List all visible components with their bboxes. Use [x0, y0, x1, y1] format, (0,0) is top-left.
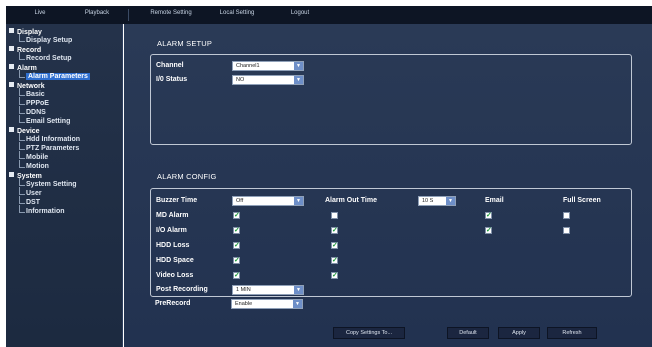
hdd-space-alarm-out-checkbox[interactable] [331, 256, 338, 264]
sidebar-item-system-setting[interactable]: System Setting [19, 178, 77, 188]
tree-group-network[interactable]: Network [9, 82, 45, 90]
tab-playback[interactable]: Playback [70, 10, 124, 16]
expand-icon [9, 172, 14, 177]
chevron-down-icon: ▼ [293, 300, 302, 308]
default-button[interactable]: Default [447, 327, 489, 339]
top-navigation-bar: Live Playback Remote Setting Local Setti… [6, 6, 652, 24]
sidebar-item-hdd-information[interactable]: Hdd Information [19, 133, 80, 143]
tab-divider [128, 9, 129, 21]
io-status-select[interactable]: NO ▼ [232, 75, 304, 85]
hdd-space-label: HDD Space [156, 257, 194, 264]
md-alarm-label: MD Alarm [156, 212, 189, 219]
prerecord-label: PreRecord [155, 300, 191, 307]
main-content: ALARM SETUP Channel Channel1 ▼ I/0 Statu… [124, 24, 652, 347]
tab-logout[interactable]: Logout [280, 10, 320, 16]
alarm-setup-title: ALARM SETUP [157, 39, 213, 48]
post-recording-label: Post Recording [156, 286, 208, 293]
chevron-down-icon: ▼ [446, 197, 455, 205]
io-alarm-alarm-out-checkbox[interactable] [331, 226, 338, 234]
buzzer-time-select[interactable]: Off ▼ [232, 196, 304, 206]
sidebar-item-ptz-parameters[interactable]: PTZ Parameters [19, 142, 79, 152]
expand-icon [9, 127, 14, 132]
alarm-config-panel: Buzzer Time Off ▼ Alarm Out Time 10 S ▼ … [150, 188, 632, 297]
tab-live[interactable]: Live [20, 10, 60, 16]
full-screen-column-header: Full Screen [563, 197, 601, 204]
alarm-out-time-select[interactable]: 10 S ▼ [418, 196, 456, 206]
hdd-loss-buzzer-checkbox[interactable] [233, 241, 240, 249]
md-alarm-full-screen-checkbox[interactable] [563, 212, 570, 219]
sidebar-item-information[interactable]: Information [19, 205, 65, 215]
sidebar-item-record-setup[interactable]: Record Setup [19, 52, 72, 62]
expand-icon [9, 28, 14, 33]
tree-group-display[interactable]: Display [9, 28, 42, 36]
hdd-loss-label: HDD Loss [156, 242, 190, 249]
io-alarm-full-screen-checkbox[interactable] [563, 227, 570, 234]
video-loss-buzzer-checkbox[interactable] [233, 271, 240, 279]
chevron-down-icon: ▼ [294, 76, 303, 84]
io-alarm-email-checkbox[interactable] [485, 226, 492, 234]
post-recording-select[interactable]: 1 MIN ▼ [232, 285, 304, 295]
chevron-down-icon: ▼ [294, 197, 303, 205]
md-alarm-buzzer-checkbox[interactable] [233, 211, 240, 219]
settings-sidebar: Display Display Setup Record Record Setu… [6, 24, 123, 347]
tab-local-setting[interactable]: Local Setting [210, 10, 264, 16]
sidebar-item-display-setup[interactable]: Display Setup [19, 34, 72, 44]
hdd-space-buzzer-checkbox[interactable] [233, 256, 240, 264]
video-loss-label: Video Loss [156, 272, 194, 279]
video-loss-alarm-out-checkbox[interactable] [331, 271, 338, 279]
expand-icon [9, 82, 14, 87]
expand-icon [9, 64, 14, 69]
email-column-header: Email [485, 197, 504, 204]
copy-settings-button[interactable]: Copy Settings To... [333, 327, 405, 339]
chevron-down-icon: ▼ [294, 62, 303, 70]
channel-label: Channel [156, 62, 184, 69]
io-alarm-label: I/O Alarm [156, 227, 187, 234]
sidebar-item-email-setting[interactable]: Email Setting [19, 115, 70, 125]
prerecord-select[interactable]: Enable ▼ [231, 299, 303, 309]
apply-button[interactable]: Apply [498, 327, 540, 339]
md-alarm-email-checkbox[interactable] [485, 211, 492, 219]
tree-group-system[interactable]: System [9, 172, 42, 180]
buzzer-time-label: Buzzer Time [156, 197, 198, 204]
sidebar-item-alarm-parameters[interactable]: Alarm Parameters [19, 70, 90, 80]
expand-icon [9, 46, 14, 51]
chevron-down-icon: ▼ [294, 286, 303, 294]
tab-remote-setting[interactable]: Remote Setting [142, 10, 200, 16]
md-alarm-alarm-out-checkbox[interactable] [331, 212, 338, 219]
alarm-config-title: ALARM CONFIG [157, 172, 217, 181]
hdd-loss-alarm-out-checkbox[interactable] [331, 241, 338, 249]
alarm-out-time-label: Alarm Out Time [325, 197, 377, 204]
tree-group-record[interactable]: Record [9, 46, 41, 54]
alarm-setup-panel: Channel Channel1 ▼ I/0 Status NO ▼ [150, 54, 632, 145]
io-alarm-buzzer-checkbox[interactable] [233, 226, 240, 234]
refresh-button[interactable]: Refresh [547, 327, 597, 339]
sidebar-item-motion[interactable]: Motion [19, 160, 49, 170]
channel-select[interactable]: Channel1 ▼ [232, 61, 304, 71]
io-status-label: I/0 Status [156, 76, 188, 83]
